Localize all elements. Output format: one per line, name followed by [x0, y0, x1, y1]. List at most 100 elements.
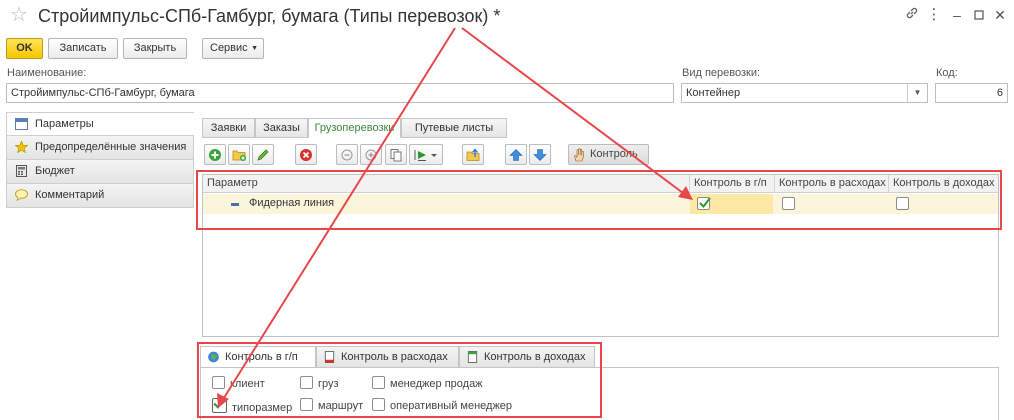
folder-up-icon [466, 148, 480, 161]
star-icon [15, 141, 28, 153]
column-header-parameter[interactable]: Параметр [203, 175, 690, 193]
control-button-label: Контроль [590, 148, 638, 160]
copy-icon [390, 149, 402, 162]
expand-button[interactable] [360, 144, 382, 165]
checkbox-size-type[interactable]: типоразмер [212, 397, 293, 415]
checkbox-label: маршрут [318, 400, 364, 412]
collapse-button[interactable] [336, 144, 358, 165]
document-green-icon [467, 351, 478, 363]
checkbox-box[interactable] [212, 397, 227, 413]
close-icon[interactable]: ✕ [991, 6, 1009, 24]
checkbox-client[interactable]: клиент [212, 376, 265, 391]
add-icon [209, 149, 221, 161]
left-nav: Параметры Предопределённые значения Бюдж… [6, 112, 194, 208]
copy-button[interactable] [385, 144, 407, 165]
nav-item-label: Комментарий [35, 189, 105, 201]
parameters-table: Параметр Контроль в г/п Контроль в расхо… [202, 174, 999, 337]
checkbox-control-gp[interactable] [697, 197, 711, 210]
nav-item-budget[interactable]: Бюджет [6, 160, 194, 184]
play-dropdown-button[interactable] [409, 144, 443, 165]
chevron-down-icon[interactable]: ▼ [907, 84, 927, 102]
star-icon[interactable]: ☆ [10, 4, 28, 26]
hand-icon [574, 148, 584, 162]
expand-icon [365, 149, 377, 161]
checkbox-label: оперативный менеджер [390, 400, 513, 412]
transport-value: Контейнер [686, 87, 741, 99]
name-input[interactable]: Стройимпульс-СПб-Гамбург, бумага [6, 83, 674, 103]
checkbox-label: клиент [230, 378, 265, 390]
title-bar: ☆ Стройимпульс-СПб-Гамбург, бумага (Типы… [0, 0, 1014, 34]
tab-requests[interactable]: Заявки [202, 118, 255, 138]
nav-item-parameters[interactable]: Параметры [6, 112, 194, 136]
document-red-icon [324, 351, 335, 363]
table-row[interactable]: Фидерная линия [203, 194, 998, 214]
tab-control-income[interactable]: Контроль в доходах [459, 346, 595, 368]
globe-icon [208, 351, 219, 363]
checkbox-cargo[interactable]: груз [300, 376, 339, 391]
edit-button[interactable] [252, 144, 274, 165]
nav-item-comment[interactable]: Комментарий [6, 184, 194, 208]
close-button[interactable]: Закрыть [123, 38, 187, 59]
delete-button[interactable] [295, 144, 317, 165]
nav-item-label: Предопределённые значения [35, 141, 187, 153]
add-folder-button[interactable] [228, 144, 250, 165]
parameters-icon [15, 118, 28, 130]
tab-control-gp[interactable]: Контроль в г/п [200, 346, 316, 368]
minimize-icon[interactable]: – [948, 6, 966, 24]
checkbox-control-expenses[interactable] [782, 197, 795, 210]
cell-control-gp[interactable] [690, 194, 773, 214]
column-header-control-expenses[interactable]: Контроль в расходах [775, 175, 889, 193]
tab-cargo-transport[interactable]: Грузоперевозки [308, 118, 401, 138]
checkbox-box[interactable] [300, 398, 313, 411]
checkbox-operations-manager[interactable]: оперативный менеджер [372, 398, 512, 413]
tab-label: Контроль в доходах [484, 351, 586, 363]
comment-icon [15, 189, 28, 201]
code-input[interactable]: 6 [935, 83, 1008, 103]
column-header-control-income[interactable]: Контроль в доходах [889, 175, 998, 193]
nav-item-predefined[interactable]: Предопределённые значения [6, 136, 194, 160]
checkbox-route[interactable]: маршрут [300, 398, 363, 413]
service-label: Сервис [210, 42, 248, 54]
arrow-up-icon [509, 149, 523, 161]
checkbox-control-income[interactable] [896, 197, 909, 210]
nav-item-label: Параметры [35, 118, 94, 130]
checkbox-box[interactable] [300, 376, 313, 389]
transport-label: Вид перевозки: [682, 67, 761, 79]
tab-control-expenses[interactable]: Контроль в расходах [316, 346, 459, 368]
checkbox-label: менеджер продаж [390, 378, 483, 390]
tab-orders[interactable]: Заказы [255, 118, 308, 138]
calculator-icon [16, 165, 27, 177]
column-header-control-gp[interactable]: Контроль в г/п [690, 175, 775, 193]
tab-label: Контроль в г/п [225, 351, 298, 363]
link-icon[interactable] [903, 6, 921, 24]
play-dropdown-icon [414, 150, 437, 161]
save-button[interactable]: Записать [48, 38, 118, 59]
checkmark-icon [213, 397, 226, 409]
checkbox-box[interactable] [372, 376, 385, 389]
checkbox-sales-manager[interactable]: менеджер продаж [372, 376, 483, 391]
move-up-button[interactable] [505, 144, 527, 165]
maximize-icon[interactable] [970, 6, 988, 24]
more-icon[interactable]: ⋮ [925, 6, 943, 24]
arrow-down-icon [533, 149, 547, 161]
checkbox-box[interactable] [372, 398, 385, 411]
ok-button[interactable]: OK [6, 38, 43, 59]
name-label: Наименование: [7, 67, 87, 79]
checkmark-icon [699, 197, 711, 209]
add-button[interactable] [204, 144, 226, 165]
edit-icon [257, 149, 269, 161]
delete-icon [300, 149, 312, 161]
tab-waybills[interactable]: Путевые листы [401, 118, 507, 138]
folder-up-button[interactable] [462, 144, 484, 165]
control-button[interactable]: Контроль [568, 144, 649, 165]
move-down-button[interactable] [529, 144, 551, 165]
service-button[interactable]: Сервис ▼ [202, 38, 264, 59]
transport-select[interactable]: Контейнер ▼ [681, 83, 928, 103]
dash-icon [231, 203, 239, 206]
tab-label: Контроль в расходах [341, 351, 448, 363]
add-folder-icon [232, 150, 246, 161]
checkbox-box[interactable] [212, 376, 225, 389]
code-label: Код: [936, 67, 958, 79]
nav-item-label: Бюджет [35, 165, 75, 177]
checkbox-label: типоразмер [232, 402, 293, 414]
